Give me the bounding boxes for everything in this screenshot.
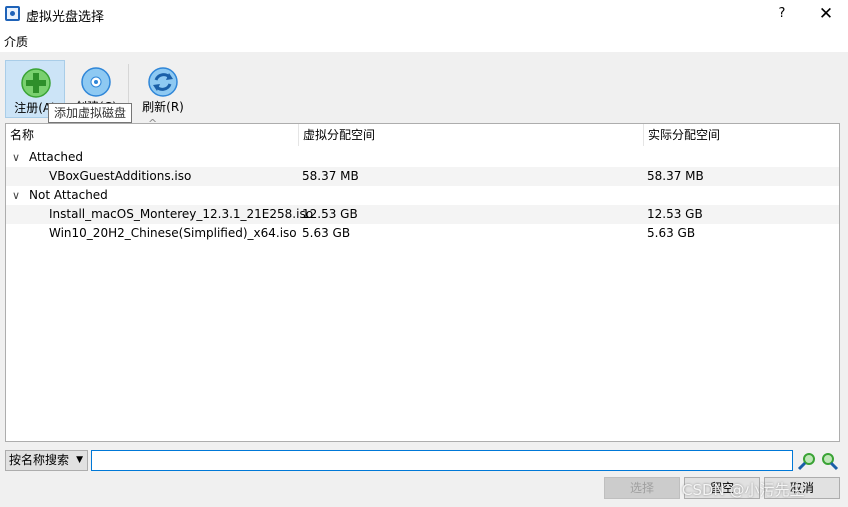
group-row-attached[interactable]: ∨ Attached [6,148,839,167]
window-title: 虚拟光盘选择 [26,10,105,25]
search-next-icon[interactable] [819,451,839,471]
group-label: Attached [29,150,83,164]
close-button[interactable]: ✕ [811,2,841,26]
refresh-icon [148,67,178,97]
refresh-label: 刷新(R) [142,100,184,114]
title-bar: 虚拟光盘选择 ? ✕ [0,0,848,28]
group-label: Not Attached [29,188,108,202]
column-header-actual-size[interactable]: 实际分配空间 [644,124,839,146]
actual-size: 58.37 MB [647,169,704,183]
virtual-size: 12.53 GB [302,207,358,221]
search-input[interactable] [91,450,793,471]
chevron-down-icon[interactable]: ∨ [12,148,20,167]
tree-header: 名称 虚拟分配空间 实际分配空间 [6,124,839,146]
choose-button[interactable]: 选择 [604,477,680,499]
add-disc-icon [21,68,51,98]
watermark: CSDN @小污先生 [682,481,805,499]
menu-bar: 介质 [0,28,848,52]
column-header-virtual-size[interactable]: 虚拟分配空间 [299,124,644,146]
chevron-down-icon[interactable]: ∨ [12,186,20,205]
disc-name: VBoxGuestAdditions.iso [49,169,192,183]
dropdown-arrow-icon: ▼ [76,455,83,465]
disc-name: Win10_20H2_Chinese(Simplified)_x64.iso [49,226,297,240]
tooltip: 添加虚拟磁盘 [48,103,133,123]
column-header-name[interactable]: 名称 [6,124,299,146]
table-row[interactable]: Install_macOS_Monterey_12.3.1_21E258.iso… [6,205,839,224]
actual-size: 12.53 GB [647,207,703,221]
actual-size: 5.63 GB [647,226,696,240]
search-mode-label: 按名称搜索 [9,453,70,467]
app-icon [5,6,20,21]
table-row[interactable]: Win10_20H2_Chinese(Simplified)_x64.iso 5… [6,224,839,243]
table-row[interactable]: VBoxGuestAdditions.iso 58.37 MB 58.37 MB [6,167,839,186]
search-bar: 按名称搜索 ▼ [0,446,848,476]
help-button[interactable]: ? [767,2,797,26]
virtual-size: 5.63 GB [302,226,351,240]
search-mode-dropdown[interactable]: 按名称搜索 ▼ [5,450,88,471]
media-tree[interactable]: 名称 虚拟分配空间 实际分配空间 ∨ Attached VBoxGuestAdd… [5,123,840,442]
disc-name: Install_macOS_Monterey_12.3.1_21E258.iso [49,207,314,221]
virtual-size: 58.37 MB [302,169,359,183]
disc-icon [81,67,111,97]
search-prev-icon[interactable] [797,451,817,471]
menu-media[interactable]: 介质 [4,33,28,50]
refresh-button[interactable]: 刷新(R) [133,60,193,118]
group-row-not-attached[interactable]: ∨ Not Attached [6,186,839,205]
